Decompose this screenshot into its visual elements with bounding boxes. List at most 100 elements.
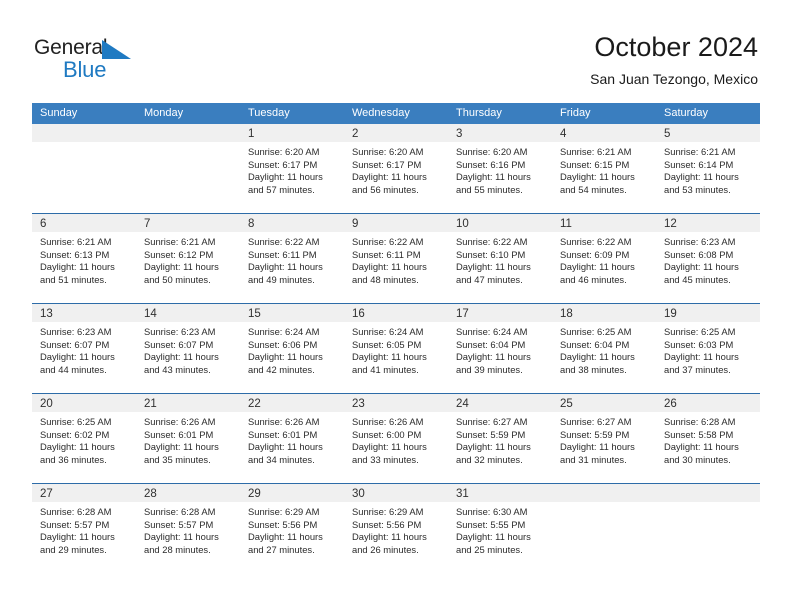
day-cell[interactable]: 14 Sunrise: 6:23 AM Sunset: 6:07 PM Dayligh…: [136, 304, 240, 393]
day-cell[interactable]: 8 Sunrise: 6:22 AM Sunset: 6:11 PM Daylight…: [240, 214, 344, 303]
sunrise-text: Sunrise: 6:25 AM: [664, 326, 736, 337]
day-cell[interactable]: 10 Sunrise: 6:22 AM Sunset: 6:10 PM Dayligh…: [448, 214, 552, 303]
day-details: Sunrise: 6:22 AM Sunset: 6:11 PM Daylight:…: [344, 232, 448, 286]
day-cell[interactable]: 1 Sunrise: 6:20 AM Sunset: 6:17 PM Daylight…: [240, 124, 344, 213]
day-number: 1: [248, 128, 255, 140]
daylight-text-line2: and 28 minutes.: [144, 543, 211, 555]
day-cell[interactable]: 31 Sunrise: 6:30 AM Sunset: 5:55 PM Dayligh…: [448, 484, 552, 573]
day-cell[interactable]: 16 Sunrise: 6:24 AM Sunset: 6:05 PM Dayligh…: [344, 304, 448, 393]
day-cell[interactable]: 3 Sunrise: 6:20 AM Sunset: 6:16 PM Daylight…: [448, 124, 552, 213]
day-number: 16: [352, 308, 365, 320]
day-cell[interactable]: 4 Sunrise: 6:21 AM Sunset: 6:15 PM Daylight…: [552, 124, 656, 213]
daylight-text-line1: Daylight: 11 hours: [352, 351, 427, 363]
daylight-text-line1: Daylight: 11 hours: [248, 171, 323, 183]
day-number: 23: [352, 398, 365, 410]
day-cell[interactable]: 13 Sunrise: 6:23 AM Sunset: 6:07 PM Dayligh…: [32, 304, 136, 393]
day-cell[interactable]: 22 Sunrise: 6:26 AM Sunset: 6:01 PM Dayligh…: [240, 394, 344, 483]
sunset-text: Sunset: 5:59 PM: [560, 428, 630, 440]
day-details: Sunrise: 6:22 AM Sunset: 6:11 PM Daylight:…: [240, 232, 344, 286]
day-number-band: 27: [32, 484, 136, 502]
day-cell[interactable]: 6 Sunrise: 6:21 AM Sunset: 6:13 PM Daylight…: [32, 214, 136, 303]
calendar-week-row: 1 Sunrise: 6:20 AM Sunset: 6:17 PM Daylight…: [32, 124, 760, 213]
day-number-band: 18: [552, 304, 656, 322]
daylight-text-line1: Daylight: 11 hours: [664, 171, 739, 183]
sunrise-text: Sunrise: 6:27 AM: [456, 416, 528, 427]
sunset-text: Sunset: 6:07 PM: [144, 338, 214, 350]
sunset-text: Sunset: 6:04 PM: [560, 338, 630, 350]
daylight-text-line1: Daylight: 11 hours: [456, 351, 531, 363]
sunrise-text: Sunrise: 6:30 AM: [456, 506, 528, 517]
day-number-band: 10: [448, 214, 552, 232]
daylight-text-line2: and 32 minutes.: [456, 453, 523, 465]
sunset-text: Sunset: 6:03 PM: [664, 338, 734, 350]
day-cell[interactable]: 5 Sunrise: 6:21 AM Sunset: 6:14 PM Daylight…: [656, 124, 760, 213]
day-number-band: 17: [448, 304, 552, 322]
sunset-text: Sunset: 6:11 PM: [352, 248, 421, 260]
day-cell[interactable]: 15 Sunrise: 6:24 AM Sunset: 6:06 PM Dayligh…: [240, 304, 344, 393]
day-cell[interactable]: 12 Sunrise: 6:23 AM Sunset: 6:08 PM Dayligh…: [656, 214, 760, 303]
day-cell[interactable]: 26 Sunrise: 6:28 AM Sunset: 5:58 PM Dayligh…: [656, 394, 760, 483]
daylight-text-line2: and 35 minutes.: [144, 453, 211, 465]
day-cell[interactable]: 28 Sunrise: 6:28 AM Sunset: 5:57 PM Dayligh…: [136, 484, 240, 573]
day-number: 22: [248, 398, 261, 410]
day-cell[interactable]: 25 Sunrise: 6:27 AM Sunset: 5:59 PM Dayligh…: [552, 394, 656, 483]
sunset-text: Sunset: 5:56 PM: [352, 518, 422, 530]
daylight-text-line1: Daylight: 11 hours: [40, 531, 115, 543]
daylight-text-line2: and 48 minutes.: [352, 273, 419, 285]
day-number: 6: [40, 218, 47, 230]
sunrise-text: Sunrise: 6:26 AM: [144, 416, 216, 427]
sunrise-text: Sunrise: 6:28 AM: [40, 506, 112, 517]
day-cell[interactable]: 9 Sunrise: 6:22 AM Sunset: 6:11 PM Daylight…: [344, 214, 448, 303]
sunrise-text: Sunrise: 6:29 AM: [248, 506, 320, 517]
day-details: Sunrise: 6:26 AM Sunset: 6:00 PM Daylight:…: [344, 412, 448, 466]
daylight-text-line1: Daylight: 11 hours: [352, 441, 427, 453]
day-cell[interactable]: 27 Sunrise: 6:28 AM Sunset: 5:57 PM Dayligh…: [32, 484, 136, 573]
day-details: Sunrise: 6:24 AM Sunset: 6:06 PM Daylight:…: [240, 322, 344, 376]
day-number-band: 22: [240, 394, 344, 412]
sunset-text: Sunset: 6:09 PM: [560, 248, 630, 260]
sunset-text: Sunset: 6:01 PM: [248, 428, 318, 440]
day-cell[interactable]: 2 Sunrise: 6:20 AM Sunset: 6:17 PM Daylight…: [344, 124, 448, 213]
daylight-text-line2: and 34 minutes.: [248, 453, 315, 465]
day-number: 11: [560, 218, 572, 230]
day-cell[interactable]: 21 Sunrise: 6:26 AM Sunset: 6:01 PM Dayligh…: [136, 394, 240, 483]
day-details: Sunrise: 6:23 AM Sunset: 6:07 PM Daylight:…: [136, 322, 240, 376]
daylight-text-line2: and 39 minutes.: [456, 363, 523, 375]
day-number-band: 30: [344, 484, 448, 502]
brand-logo[interactable]: General Blue: [34, 36, 214, 88]
weekday-header-sunday: Sunday: [40, 107, 78, 119]
day-cell[interactable]: 11 Sunrise: 6:22 AM Sunset: 6:09 PM Dayligh…: [552, 214, 656, 303]
day-cell[interactable]: 23 Sunrise: 6:26 AM Sunset: 6:00 PM Dayligh…: [344, 394, 448, 483]
sunset-text: Sunset: 6:12 PM: [144, 248, 214, 260]
day-cell[interactable]: 19 Sunrise: 6:25 AM Sunset: 6:03 PM Dayligh…: [656, 304, 760, 393]
day-number: 4: [560, 128, 567, 140]
day-number-band: 23: [344, 394, 448, 412]
day-cell[interactable]: 29 Sunrise: 6:29 AM Sunset: 5:56 PM Dayligh…: [240, 484, 344, 573]
day-cell-empty: [136, 124, 240, 213]
day-cell[interactable]: 7 Sunrise: 6:21 AM Sunset: 6:12 PM Daylight…: [136, 214, 240, 303]
sunset-text: Sunset: 6:00 PM: [352, 428, 422, 440]
sunset-text: Sunset: 6:11 PM: [248, 248, 317, 260]
daylight-text-line1: Daylight: 11 hours: [248, 261, 323, 273]
day-number-band: 21: [136, 394, 240, 412]
daylight-text-line2: and 53 minutes.: [664, 183, 731, 195]
day-number-band: 31: [448, 484, 552, 502]
calendar-week-row: 6 Sunrise: 6:21 AM Sunset: 6:13 PM Daylight…: [32, 213, 760, 303]
day-number-band: 9: [344, 214, 448, 232]
daylight-text-line2: and 43 minutes.: [144, 363, 211, 375]
day-number-band: [136, 124, 240, 142]
day-cell[interactable]: 30 Sunrise: 6:29 AM Sunset: 5:56 PM Dayligh…: [344, 484, 448, 573]
day-cell[interactable]: 17 Sunrise: 6:24 AM Sunset: 6:04 PM Dayligh…: [448, 304, 552, 393]
calendar-week-row: 20 Sunrise: 6:25 AM Sunset: 6:02 PM Dayligh…: [32, 393, 760, 483]
day-cell[interactable]: 24 Sunrise: 6:27 AM Sunset: 5:59 PM Dayligh…: [448, 394, 552, 483]
day-number-band: 19: [656, 304, 760, 322]
daylight-text-line1: Daylight: 11 hours: [664, 441, 739, 453]
weekday-header-tuesday: Tuesday: [248, 107, 290, 119]
day-cell-empty: [656, 484, 760, 573]
day-number: 13: [40, 308, 53, 320]
day-cell[interactable]: 20 Sunrise: 6:25 AM Sunset: 6:02 PM Dayligh…: [32, 394, 136, 483]
daylight-text-line2: and 36 minutes.: [40, 453, 107, 465]
day-cell[interactable]: 18 Sunrise: 6:25 AM Sunset: 6:04 PM Dayligh…: [552, 304, 656, 393]
day-number: 15: [248, 308, 261, 320]
daylight-text-line2: and 57 minutes.: [248, 183, 315, 195]
